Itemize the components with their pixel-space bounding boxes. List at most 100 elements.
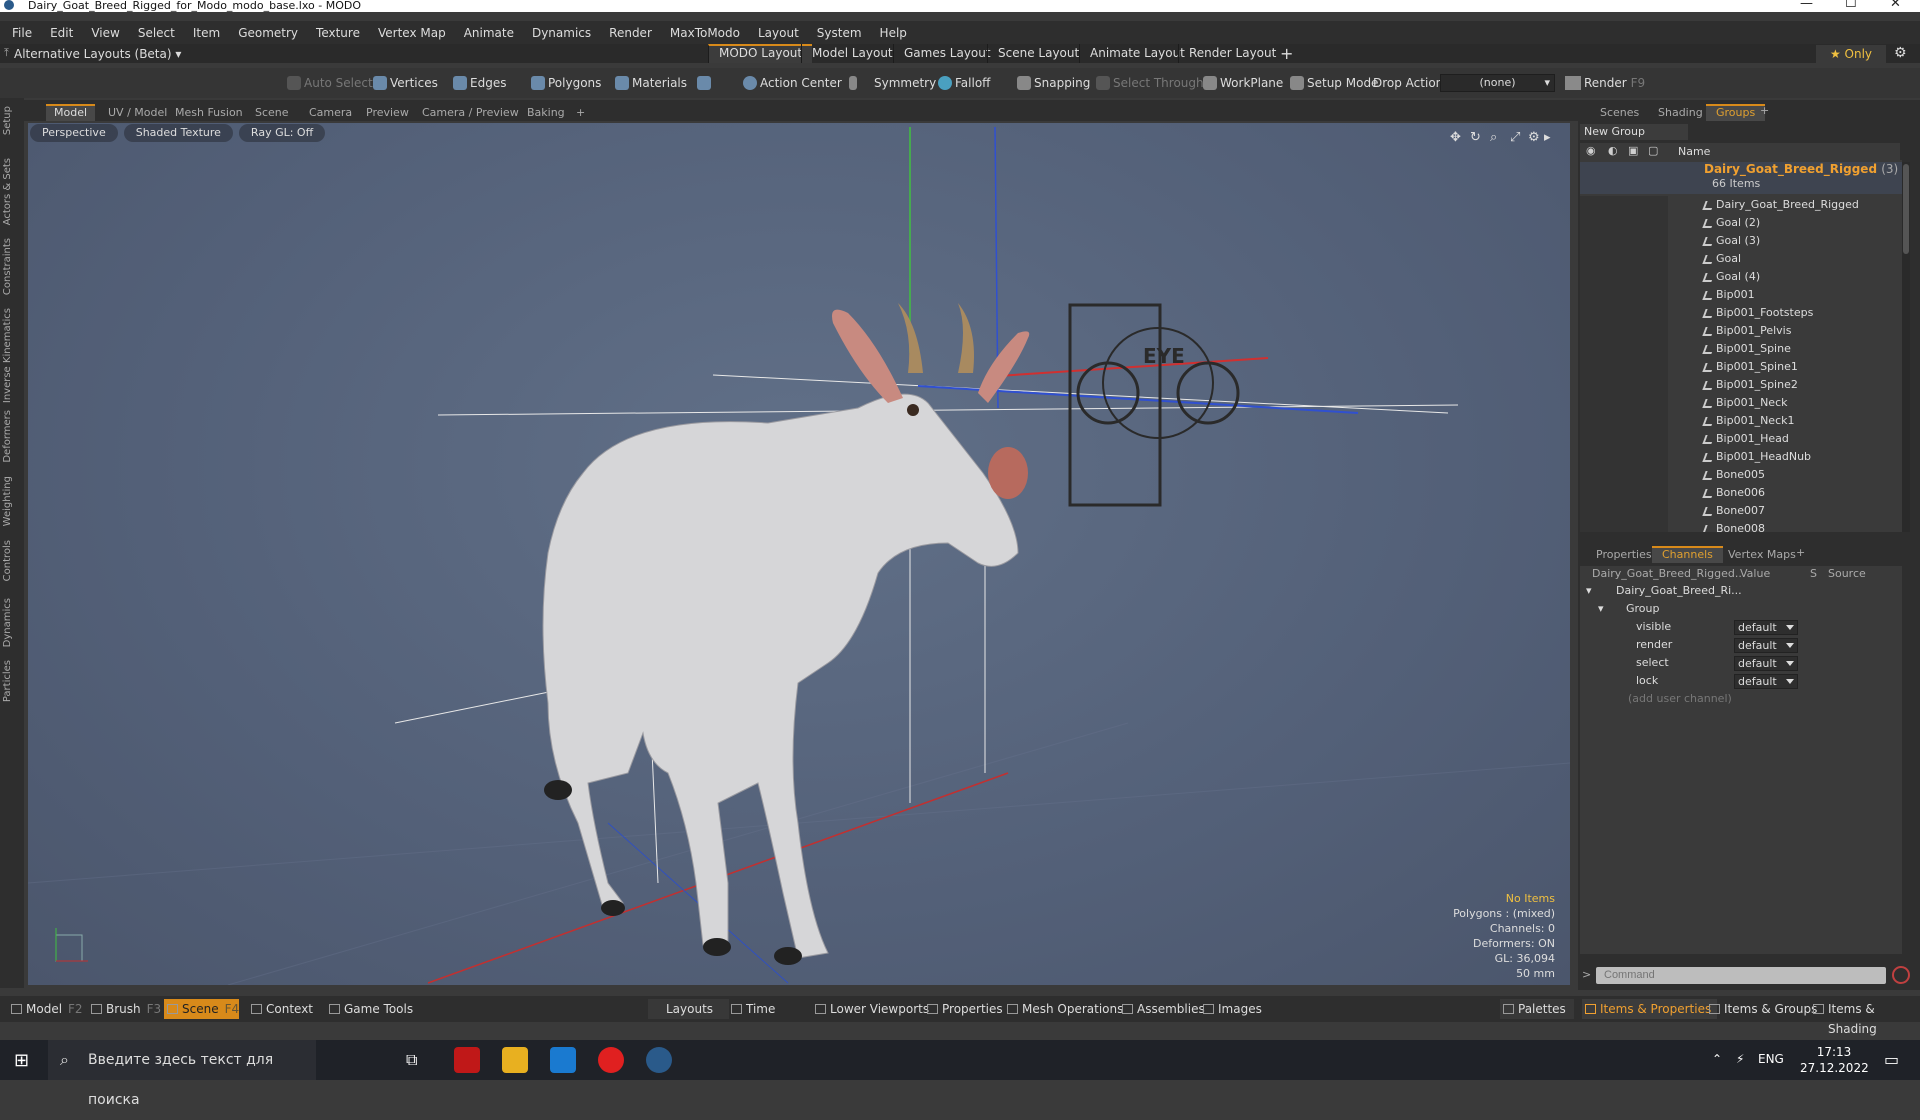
taskbar-search-box[interactable]: ⌕ Введите здесь текст для поиска (48, 1040, 316, 1108)
render-toggle-icon[interactable]: ◐ (1608, 144, 1618, 157)
list-item[interactable]: Bip001_Spine2 (1580, 376, 1902, 394)
scene-mode-button[interactable]: Scene F4 (164, 999, 240, 1019)
list-item[interactable]: Bip001_Spine (1580, 340, 1902, 358)
tab-camera-preview[interactable]: Camera / Preview (414, 104, 527, 121)
close-icon[interactable]: ✕ (1890, 0, 1901, 10)
tab-dynamics[interactable]: Dynamics (2, 598, 13, 647)
action-center-button[interactable]: Action Center (740, 73, 842, 93)
channel-row-render[interactable]: render default (1580, 636, 1902, 654)
channel-group-row[interactable]: ▾ Group (1580, 600, 1902, 618)
modo-taskbar-icon[interactable] (646, 1047, 672, 1073)
items-groups-button[interactable]: Items & Groups (1706, 999, 1817, 1019)
tab-games-layout[interactable]: Games Layout (893, 44, 1001, 63)
edges-button[interactable]: Edges (450, 73, 506, 93)
group-root-row[interactable]: Dairy_Goat_Breed_Rigged (3) 66 Items (1580, 162, 1902, 194)
new-group-button[interactable]: New Group (1580, 124, 1688, 140)
windows-start-icon[interactable]: ⊞ (14, 1050, 29, 1071)
raygl-toggle[interactable]: Ray GL: Off (238, 124, 326, 142)
select-value-dropdown[interactable]: default (1734, 656, 1798, 671)
tab-uv-model[interactable]: UV / Model (100, 104, 175, 121)
lower-viewports-button[interactable]: Lower Viewports (812, 999, 929, 1019)
gear-icon[interactable]: ⚙ (1894, 45, 1907, 61)
palettes-button[interactable]: Palettes (1500, 999, 1574, 1019)
add-layout-button[interactable]: + (1280, 44, 1293, 63)
select-toggle-icon[interactable]: ▢ (1648, 144, 1658, 157)
file-explorer-icon[interactable] (502, 1047, 528, 1073)
list-item[interactable]: Bip001 (1580, 286, 1902, 304)
chevron-up-icon[interactable]: ⌃ (1712, 1052, 1722, 1066)
list-item[interactable]: Bip001_Neck (1580, 394, 1902, 412)
items-shading-button[interactable]: Items & Shading (1810, 999, 1920, 1036)
list-item[interactable]: Bip001_Head (1580, 430, 1902, 448)
viewport-expand-icon[interactable]: ▸ (1544, 130, 1551, 145)
tab-setup[interactable]: Setup (2, 106, 13, 135)
menu-texture[interactable]: Texture (316, 26, 360, 40)
tab-scene[interactable]: Scene (247, 104, 297, 121)
model-mode-button[interactable]: Model F2 (8, 999, 83, 1019)
game-tools-button[interactable]: Game Tools (326, 999, 413, 1019)
mesh-operations-button[interactable]: Mesh Operations (1004, 999, 1123, 1019)
tab-modo-layout[interactable]: MODO Layout (708, 44, 813, 63)
channel-row-select[interactable]: select default (1580, 654, 1902, 672)
list-item[interactable]: Goal (2) (1580, 214, 1902, 232)
materials-button[interactable]: Materials (612, 73, 687, 93)
tab-weighting[interactable]: Weighting (2, 476, 13, 526)
layouts-button[interactable]: Layouts (648, 999, 730, 1019)
tab-model[interactable]: Model (46, 104, 96, 121)
scrollbar-thumb[interactable] (1903, 164, 1909, 254)
tab-render-layout[interactable]: Render Layout (1178, 44, 1286, 63)
minimize-icon[interactable]: — (1800, 0, 1813, 10)
list-item[interactable]: Bip001_Pelvis (1580, 322, 1902, 340)
menu-render[interactable]: Render (609, 26, 652, 40)
opera-browser-icon[interactable] (454, 1047, 480, 1073)
maximize-icon[interactable]: ☐ (1845, 0, 1857, 10)
brush-mode-button[interactable]: Brush F3 (88, 999, 161, 1019)
menu-view[interactable]: View (91, 26, 119, 40)
polygons-button[interactable]: Polygons (528, 73, 601, 93)
select-through-button[interactable]: Select Through (1093, 73, 1204, 93)
tab-properties[interactable]: Properties (1586, 546, 1662, 563)
tab-constraints[interactable]: Constraints (2, 238, 13, 295)
properties-button[interactable]: Properties (924, 999, 1003, 1019)
images-button[interactable]: Images (1200, 999, 1262, 1019)
move-view-icon[interactable]: ✥ (1450, 130, 1461, 145)
list-item[interactable]: Bone008 (1580, 520, 1902, 532)
workplane-button[interactable]: WorkPlane (1200, 73, 1283, 93)
lock-icon[interactable]: ▣ (1628, 144, 1638, 157)
list-item[interactable]: Bone007 (1580, 502, 1902, 520)
list-item[interactable]: Bone005 (1580, 466, 1902, 484)
tab-vertex-maps[interactable]: Vertex Maps (1718, 546, 1806, 563)
yandex-browser-icon[interactable] (598, 1047, 624, 1073)
viewport-settings-icon[interactable]: ⚙ (1528, 130, 1540, 145)
goat-model[interactable] (542, 303, 1030, 965)
menu-edit[interactable]: Edit (50, 26, 73, 40)
add-tab-button[interactable]: + (1796, 546, 1805, 559)
items-properties-button[interactable]: Items & Properties (1582, 999, 1718, 1019)
menu-dynamics[interactable]: Dynamics (532, 26, 591, 40)
tab-mesh-fusion[interactable]: Mesh Fusion (167, 104, 251, 121)
task-view-icon[interactable]: ⧉ (406, 1050, 417, 1070)
list-item[interactable]: Bone006 (1580, 484, 1902, 502)
tab-preview[interactable]: Preview (358, 104, 417, 121)
menu-select[interactable]: Select (138, 26, 175, 40)
tab-model-layout[interactable]: Model Layout (801, 44, 903, 63)
falloff-button[interactable]: Falloff (935, 73, 990, 93)
add-viewport-tab-button[interactable]: + (568, 104, 593, 121)
shield-icon[interactable] (694, 73, 714, 93)
media-player-icon[interactable] (550, 1047, 576, 1073)
taskbar-clock[interactable]: 17:13 27.12.2022 (1800, 1044, 1869, 1076)
fit-view-icon[interactable]: ⤢ (1510, 130, 1520, 145)
tab-deformers[interactable]: Deformers (2, 410, 13, 463)
alternative-layouts-dropdown[interactable]: Alternative Layouts (Beta) ▾ (14, 47, 181, 61)
notifications-icon[interactable]: ▭ (1884, 1050, 1899, 1069)
list-item[interactable]: Goal (3) (1580, 232, 1902, 250)
assemblies-button[interactable]: Assemblies (1119, 999, 1205, 1019)
tab-particles[interactable]: Particles (2, 660, 13, 702)
channel-row-lock[interactable]: lock default (1580, 672, 1902, 690)
rotate-view-icon[interactable]: ↻ (1470, 130, 1481, 145)
tab-shading[interactable]: Shading (1648, 104, 1713, 121)
menu-maxtomodo[interactable]: MaxToModo (670, 26, 740, 40)
list-item[interactable]: Goal (4) (1580, 268, 1902, 286)
tab-baking[interactable]: Baking (519, 104, 573, 121)
tab-controls[interactable]: Controls (2, 540, 13, 581)
